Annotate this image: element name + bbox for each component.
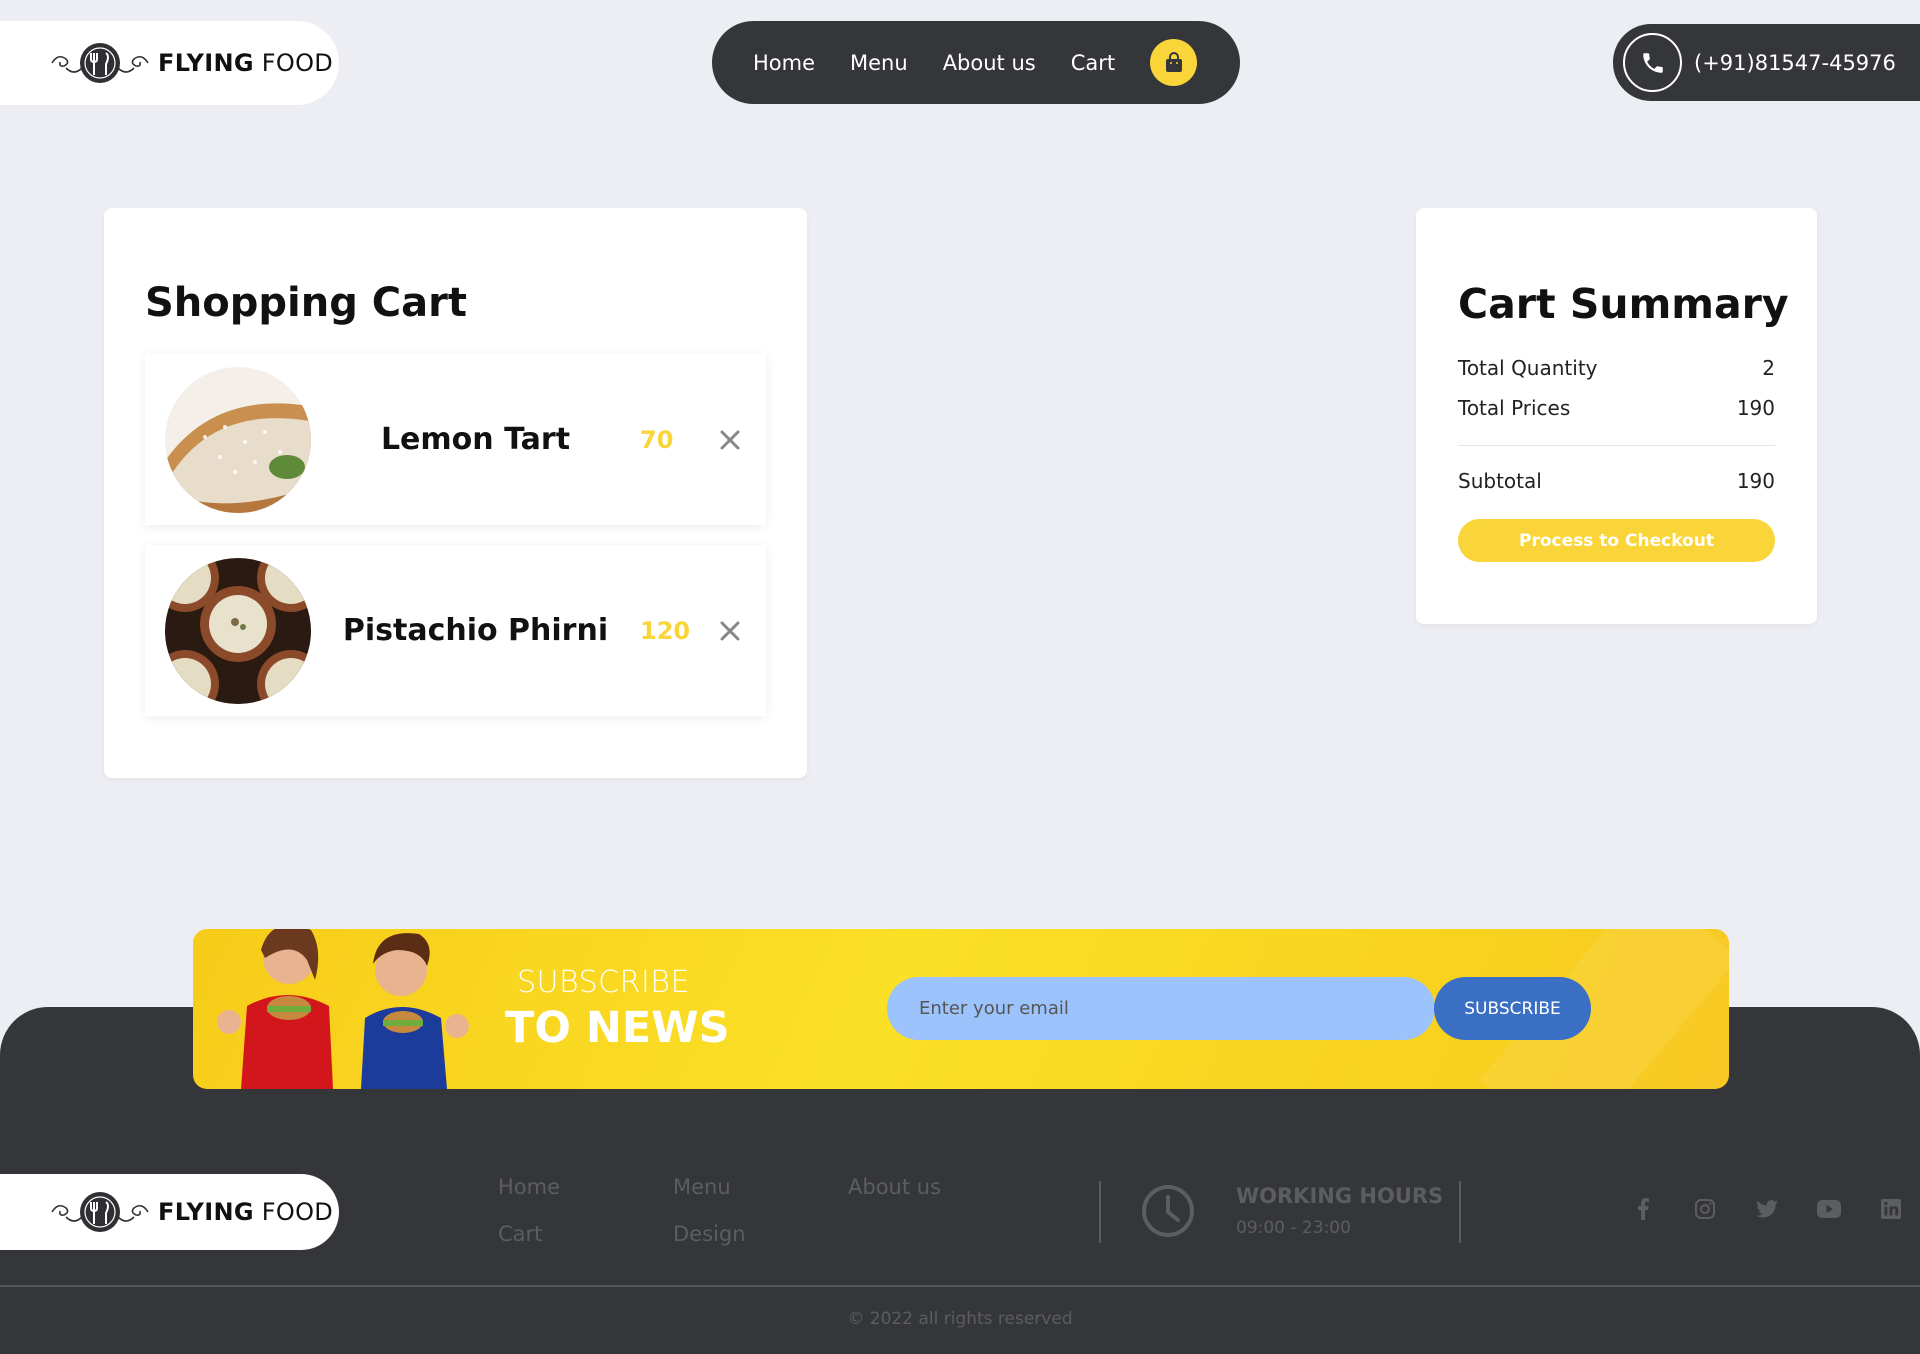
phone-contact[interactable]: (+91)81547-45976: [1613, 24, 1920, 101]
subscribe-heading: SUBSCRIBE: [517, 965, 690, 1000]
cart-item-price: 120: [640, 616, 691, 645]
total-prices-row: Total Prices 190: [1458, 396, 1775, 420]
summary-title: Cart Summary: [1458, 280, 1789, 328]
brand-name: FLYING FOOD: [158, 49, 334, 77]
main-nav: Home Menu About us Cart: [712, 21, 1240, 104]
nav-cart[interactable]: Cart: [1071, 51, 1115, 75]
header-logo[interactable]: FLYING FOOD: [0, 21, 339, 105]
cutlery-logo-icon: [51, 43, 149, 83]
cart-item-price: 70: [640, 425, 674, 454]
footer-logo[interactable]: FLYING FOOD: [0, 1174, 339, 1250]
cart-summary-panel: Cart Summary Total Quantity 2 Total Pric…: [1416, 208, 1817, 624]
footer-link-cart[interactable]: Cart: [498, 1222, 673, 1246]
subtotal-label: Subtotal: [1458, 469, 1542, 493]
kids-with-burgers-image: [217, 929, 469, 1089]
total-quantity-label: Total Quantity: [1458, 356, 1598, 380]
phone-number: (+91)81547-45976: [1694, 50, 1896, 75]
subscribe-button[interactable]: SUBSCRIBE: [1434, 977, 1591, 1040]
subtotal-row: Subtotal 190: [1458, 469, 1775, 493]
remove-item-close-icon[interactable]: [710, 611, 750, 651]
nav-home[interactable]: Home: [753, 51, 815, 75]
footer-divider-right: [1459, 1181, 1461, 1243]
cart-item-name: Pistachio Phirni: [342, 613, 609, 648]
lemon-tart-photo: [165, 366, 311, 513]
cutlery-logo-icon: [51, 1192, 149, 1232]
summary-divider: [1458, 445, 1775, 446]
to-news-heading: TO NEWS: [505, 1003, 730, 1053]
footer-bottom-divider: [0, 1285, 1920, 1287]
working-hours-title: WORKING HOURS: [1236, 1184, 1444, 1208]
footer-link-home[interactable]: Home: [498, 1175, 673, 1199]
phone-icon: [1623, 33, 1682, 92]
pistachio-phirni-photo: [165, 557, 311, 704]
footer-link-design[interactable]: Design: [673, 1222, 848, 1246]
total-quantity-value: 2: [1762, 356, 1775, 380]
email-input[interactable]: [887, 977, 1435, 1040]
nav-menu[interactable]: Menu: [850, 51, 908, 75]
remove-item-close-icon[interactable]: [710, 420, 750, 460]
newsletter-banner: SUBSCRIBE TO NEWS SUBSCRIBE: [193, 929, 1729, 1089]
youtube-icon[interactable]: [1798, 1196, 1860, 1222]
nav-about-us[interactable]: About us: [943, 51, 1036, 75]
social-links: [1612, 1196, 1920, 1222]
cart-item: Lemon Tart 70: [145, 354, 766, 525]
footer-links: Home Menu About us Cart Design: [498, 1175, 1048, 1246]
subtotal-value: 190: [1736, 469, 1775, 493]
total-prices-label: Total Prices: [1458, 396, 1571, 420]
shopping-cart-panel: Shopping Cart Lemon Tart 70 Pistachio Ph…: [104, 208, 807, 778]
footer-divider-left: [1099, 1181, 1101, 1243]
working-hours-time: 09:00 - 23:00: [1236, 1218, 1351, 1238]
clock-icon: [1142, 1185, 1194, 1237]
checkout-button[interactable]: Process to Checkout: [1458, 519, 1775, 562]
footer-link-menu[interactable]: Menu: [673, 1175, 848, 1199]
twitter-icon[interactable]: [1736, 1196, 1798, 1222]
cart-item: Pistachio Phirni 120: [145, 545, 766, 716]
linkedin-icon[interactable]: [1860, 1196, 1920, 1222]
total-prices-value: 190: [1736, 396, 1775, 420]
instagram-icon[interactable]: [1674, 1196, 1736, 1222]
total-quantity-row: Total Quantity 2: [1458, 356, 1775, 380]
footer-link-about-us[interactable]: About us: [848, 1175, 1048, 1199]
cart-item-name: Lemon Tart: [380, 422, 571, 457]
copyright: © 2022 all rights reserved: [847, 1309, 1073, 1329]
shopping-bag-icon[interactable]: [1150, 39, 1198, 86]
cart-title: Shopping Cart: [145, 280, 467, 326]
facebook-icon[interactable]: [1612, 1196, 1674, 1222]
brand-name: FLYING FOOD: [158, 1198, 334, 1226]
